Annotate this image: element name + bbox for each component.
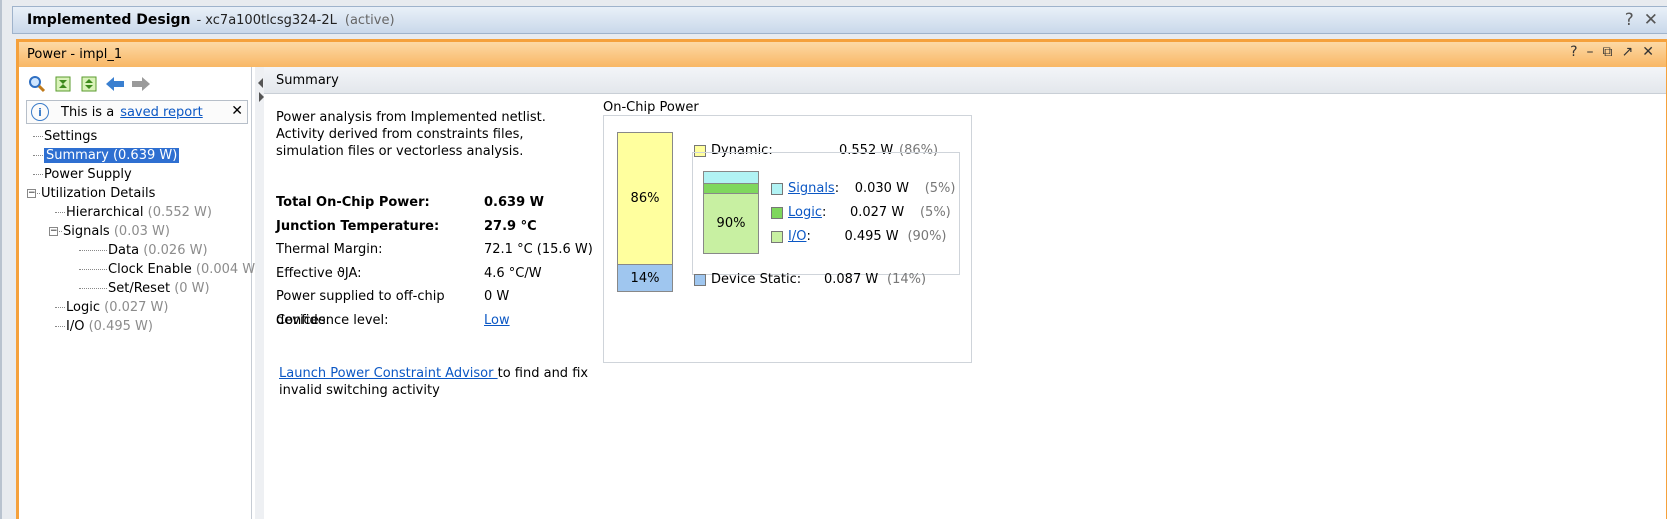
saved-report-link[interactable]: saved report	[120, 105, 203, 120]
banner-text: This is a	[61, 104, 115, 120]
tree-item-io[interactable]: I/O (0.495 W)	[27, 317, 251, 336]
table-row: Confidence level: Low	[276, 309, 596, 333]
collapse-icon[interactable]: −	[49, 227, 58, 236]
float-icon[interactable]: ↗	[1622, 44, 1634, 60]
onchip-power-group: 86% 14% Dynamic: 0.552 W (86%) 90% Signa…	[603, 115, 972, 363]
total-power-bar: 86% 14%	[617, 132, 673, 292]
tree-item-hierarchical[interactable]: Hierarchical (0.552 W)	[27, 203, 251, 222]
info-icon: i	[31, 103, 49, 121]
logic-swatch	[771, 206, 783, 219]
table-row: Total On-Chip Power: 0.639 W	[276, 195, 544, 210]
tree-item-data[interactable]: Data (0.026 W)	[27, 241, 251, 260]
power-panel: Power - impl_1 ? – ⧉ ↗ ✕ i This is a sav…	[16, 39, 1667, 519]
analysis-description: Power analysis from Implemented netlist.…	[276, 110, 546, 159]
tree-pane: i This is a saved report ✕ Settings Summ…	[19, 67, 260, 519]
io-legend: I/O: 0.495 W (90%)	[771, 229, 947, 244]
active-status: (active)	[344, 12, 395, 28]
dynamic-breakdown-group: 90% Signals: 0.030 W (5%) Logic: 0.027 W…	[692, 152, 960, 275]
static-legend: Device Static: 0.087 W (14%)	[694, 272, 926, 287]
collapse-all-icon[interactable]	[53, 74, 73, 94]
dynamic-bar-segment: 86%	[618, 133, 672, 265]
signals-swatch	[771, 182, 783, 195]
panel-help-icon[interactable]: ?	[1570, 44, 1577, 60]
table-row: Junction Temperature: 27.9 °C	[276, 218, 537, 234]
panel-close-icon[interactable]: ✕	[1642, 44, 1654, 60]
window-header: Implemented Design - xc7a100tlcsg324-2L …	[12, 6, 1667, 34]
table-row: Effective ϑJA: 4.6 °C/W	[276, 265, 542, 281]
io-bar-segment: 90%	[704, 194, 758, 253]
static-bar-segment: 14%	[618, 265, 672, 291]
tree-item-settings[interactable]: Settings	[27, 127, 251, 146]
tree-item-summary[interactable]: Summary (0.639 W)	[27, 146, 251, 165]
table-row: Power supplied to off-chip devices: 0 W	[276, 289, 510, 328]
panel-title: Power - impl_1	[27, 47, 123, 62]
tab-summary[interactable]: Summary	[264, 67, 1666, 94]
logic-bar-segment	[704, 184, 758, 194]
minimize-icon[interactable]: –	[1587, 44, 1594, 60]
tree-item-signals[interactable]: − Signals (0.03 W)	[27, 222, 251, 241]
expand-all-icon[interactable]	[79, 74, 99, 94]
forward-arrow-icon[interactable]	[131, 74, 151, 94]
saved-report-banner: i This is a saved report ✕	[26, 100, 248, 124]
logic-legend: Logic: 0.027 W (5%)	[771, 205, 951, 220]
signals-legend: Signals: 0.030 W (5%)	[771, 181, 956, 196]
tree-toolbar	[19, 67, 251, 95]
table-row: Thermal Margin: 72.1 °C (15.6 W)	[276, 242, 593, 257]
tree-item-logic[interactable]: Logic (0.027 W)	[27, 298, 251, 317]
confidence-level-link[interactable]: Low	[484, 309, 510, 333]
launch-advisor-link[interactable]: Launch Power Constraint Advisor	[279, 366, 498, 381]
onchip-power-title: On-Chip Power	[603, 100, 703, 115]
close-icon[interactable]: ✕	[1644, 10, 1658, 30]
banner-close-icon[interactable]: ✕	[231, 103, 243, 119]
io-link[interactable]: I/O	[788, 229, 806, 244]
summary-content: Summary Power analysis from Implemented …	[264, 67, 1666, 519]
io-swatch	[771, 230, 783, 243]
logic-link[interactable]: Logic	[788, 205, 822, 220]
window-title: Implemented Design	[27, 12, 191, 28]
search-icon[interactable]	[27, 74, 47, 94]
device-part: - xc7a100tlcsg324-2L	[196, 12, 337, 28]
summary-table: Total On-Chip Power: 0.639 W Junction Tem…	[276, 191, 596, 332]
tree-item-set-reset[interactable]: Set/Reset (0 W)	[27, 279, 251, 298]
tab-summary-label: Summary	[276, 73, 339, 88]
app-frame: Implemented Design - xc7a100tlcsg324-2L …	[0, 0, 1667, 519]
static-swatch	[694, 273, 706, 286]
advisor-text: Launch Power Constraint Advisor to find …	[279, 366, 589, 398]
tree-item-power-supply[interactable]: Power Supply	[27, 165, 251, 184]
dynamic-breakdown-bar: 90%	[703, 171, 759, 254]
signals-bar-segment	[704, 172, 758, 184]
signals-link[interactable]: Signals	[788, 181, 835, 196]
collapse-icon[interactable]: −	[27, 189, 36, 198]
report-tree: Settings Summary (0.639 W) Power Supply …	[27, 127, 260, 336]
help-icon[interactable]: ?	[1625, 10, 1634, 30]
restore-icon[interactable]: ⧉	[1603, 44, 1613, 60]
back-arrow-icon[interactable]	[105, 74, 125, 94]
panel-header: Power - impl_1 ? – ⧉ ↗ ✕	[19, 42, 1666, 67]
tree-item-utilization-details[interactable]: − Utilization Details	[27, 184, 251, 203]
tree-item-clock-enable[interactable]: Clock Enable (0.004 W)	[27, 260, 260, 279]
